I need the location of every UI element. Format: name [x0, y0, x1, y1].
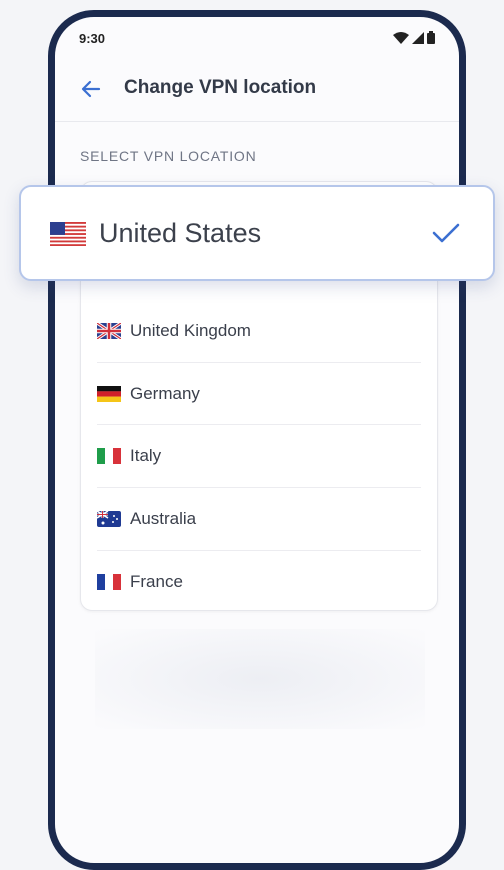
list-item-united-kingdom[interactable]: United Kingdom: [97, 300, 421, 362]
phone-frame: 9:30 Change VPN location SELECT VPN LOCA…: [48, 10, 466, 870]
signal-icon: [412, 31, 424, 44]
status-bar: 9:30: [55, 17, 459, 57]
check-icon: [432, 223, 460, 243]
wifi-icon: [393, 31, 409, 44]
app-bar: Change VPN location: [55, 57, 459, 122]
arrow-left-icon[interactable]: [77, 75, 105, 103]
country-label: Germany: [130, 384, 200, 403]
country-label: France: [130, 572, 183, 591]
france-flag-icon: [97, 574, 121, 590]
battery-icon: [427, 31, 435, 44]
list-item-france[interactable]: France: [97, 551, 421, 613]
status-icons: [393, 31, 435, 44]
list-item-italy[interactable]: Italy: [97, 425, 421, 487]
australia-flag-icon: [97, 511, 121, 527]
italy-flag-icon: [97, 448, 121, 464]
country-label: Italy: [130, 446, 162, 465]
list-item-australia[interactable]: Australia: [97, 488, 421, 550]
section-label: SELECT VPN LOCATION: [80, 148, 257, 164]
country-label: United Kingdom: [130, 321, 251, 340]
list-item-germany[interactable]: Germany: [97, 363, 421, 425]
germany-flag-icon: [97, 386, 121, 402]
uk-flag-icon: [97, 323, 121, 339]
page-title: Change VPN location: [124, 77, 317, 98]
country-label: Australia: [130, 509, 197, 528]
selected-country-label: United States: [99, 218, 262, 248]
us-flag-icon: [50, 222, 86, 246]
selected-location-card[interactable]: United States: [19, 185, 495, 281]
status-time: 9:30: [79, 31, 106, 46]
background-blur: [95, 629, 425, 729]
